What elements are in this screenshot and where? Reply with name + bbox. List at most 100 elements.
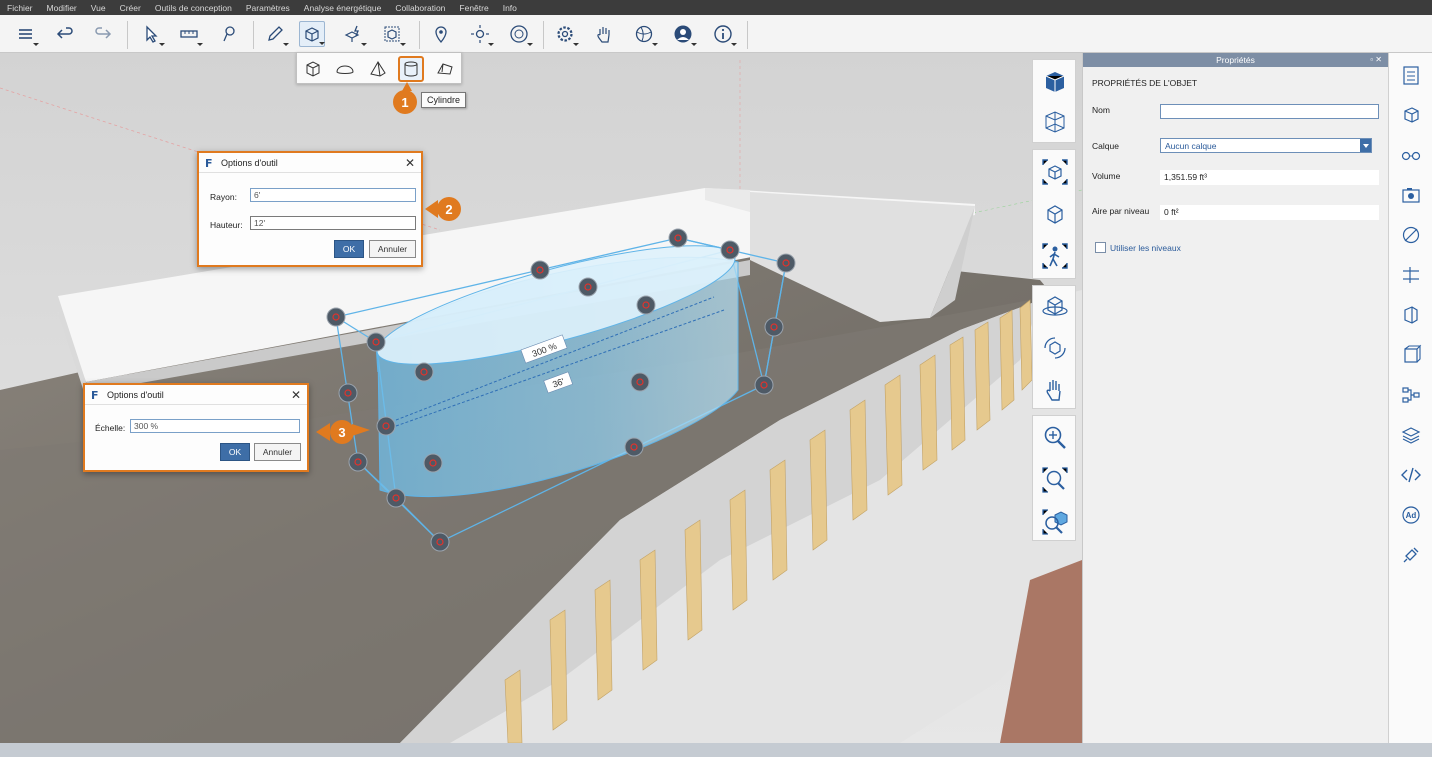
location-icon[interactable] xyxy=(428,21,454,47)
orbit-icon[interactable] xyxy=(1039,290,1071,322)
layer-select-value: Aucun calque xyxy=(1165,141,1217,151)
properties-header: Propriétés ▫ ✕ xyxy=(1083,53,1388,67)
materials-glasses-icon[interactable] xyxy=(1399,143,1423,167)
dialog-title-bar: F Options d'outil ✕ xyxy=(85,385,307,405)
menu-modifier[interactable]: Modifier xyxy=(40,3,84,13)
info-icon[interactable] xyxy=(710,21,737,47)
menu-creer[interactable]: Créer xyxy=(113,3,148,13)
zoom-in-icon[interactable] xyxy=(1039,422,1071,454)
properties-panel: Propriétés ▫ ✕ PROPRIÉTÉS DE L'OBJET Nom… xyxy=(1082,53,1388,743)
pyramid-icon[interactable] xyxy=(365,56,391,82)
cancel-button[interactable]: Annuler xyxy=(254,443,301,461)
cylinder-icon[interactable] xyxy=(398,56,424,82)
select-arrow-icon[interactable] xyxy=(138,21,165,47)
menu-parametres[interactable]: Paramètres xyxy=(239,3,297,13)
redo-icon[interactable] xyxy=(90,21,116,47)
hand-icon[interactable] xyxy=(591,21,617,47)
callout-3-pointer xyxy=(352,424,370,436)
callout-2-arrow xyxy=(425,200,438,218)
dialog-title: Options d'outil xyxy=(107,389,164,400)
energy-stack-icon[interactable] xyxy=(1399,423,1423,447)
menu-fenetre[interactable]: Fenêtre xyxy=(452,3,495,13)
menu-vue[interactable]: Vue xyxy=(84,3,113,13)
close-icon[interactable]: ✕ xyxy=(405,156,415,170)
library-icon[interactable] xyxy=(1399,103,1423,127)
menu-info[interactable]: Info xyxy=(496,3,524,13)
radius-input[interactable]: 6' xyxy=(250,188,416,202)
dialog-title: Options d'outil xyxy=(221,157,278,168)
formit-logo-icon: F xyxy=(205,157,213,170)
callout-3: 3 xyxy=(330,420,354,444)
walk-icon[interactable] xyxy=(1039,240,1071,272)
levels-icon[interactable] xyxy=(1399,263,1423,287)
cylinder-tooltip: Cylindre xyxy=(421,92,467,108)
wireframe-view-icon[interactable] xyxy=(1039,106,1071,138)
scale-label: Échelle: xyxy=(95,423,126,433)
undo-icon[interactable] xyxy=(52,21,78,47)
wedge-icon[interactable] xyxy=(432,56,458,82)
dome-icon[interactable] xyxy=(332,56,358,82)
zoom-selection-icon[interactable] xyxy=(1039,506,1071,538)
menu-fichier[interactable]: Fichier xyxy=(0,3,40,13)
layer-label: Calque xyxy=(1092,141,1119,151)
height-input[interactable]: 12' xyxy=(250,216,416,230)
code-icon[interactable] xyxy=(1399,463,1423,487)
groups-icon[interactable] xyxy=(1399,303,1423,327)
menu-outils-de-conception[interactable]: Outils de conception xyxy=(148,3,239,13)
user-icon[interactable] xyxy=(670,21,697,47)
properties-panel-icon[interactable] xyxy=(1399,63,1423,87)
chevron-down-icon[interactable] xyxy=(1360,139,1371,152)
zoom-extents-icon[interactable] xyxy=(1039,156,1071,188)
view-cube-panel xyxy=(1032,59,1076,143)
status-bar xyxy=(0,743,1432,757)
callout-1-arrow xyxy=(402,82,412,91)
formit-logo-icon: F xyxy=(91,389,99,402)
settings-icon[interactable] xyxy=(552,21,579,47)
layers-icon[interactable] xyxy=(1399,343,1423,367)
sun-icon[interactable] xyxy=(467,21,494,47)
pencil-icon[interactable] xyxy=(262,21,289,47)
compass-icon[interactable] xyxy=(506,21,533,47)
look-around-icon[interactable] xyxy=(1039,332,1071,364)
close-icon[interactable]: ✕ xyxy=(291,388,301,402)
cancel-button[interactable]: Annuler xyxy=(369,240,416,258)
menu-collaboration[interactable]: Collaboration xyxy=(388,3,452,13)
height-label: Hauteur: xyxy=(210,220,243,230)
right-sidebar: Ad xyxy=(1388,53,1432,743)
zoom-window-icon[interactable] xyxy=(1039,464,1071,496)
plugin-icon[interactable] xyxy=(1399,543,1423,567)
view-nav-panel xyxy=(1032,149,1076,279)
solid-view-icon[interactable] xyxy=(1039,66,1071,98)
panel-window-controls[interactable]: ▫ ✕ xyxy=(1370,53,1382,67)
orbit-panel xyxy=(1032,285,1076,409)
ok-button[interactable]: OK xyxy=(220,443,250,461)
cube-icon[interactable] xyxy=(300,56,326,82)
main-toolbar xyxy=(0,15,1432,53)
layers-list-icon[interactable] xyxy=(12,21,39,47)
tool-options-dialog-cylinder: F Options d'outil ✕ Rayon: 6' Hauteur: 1… xyxy=(197,151,423,267)
layer-select[interactable]: Aucun calque xyxy=(1160,138,1372,153)
addins-icon[interactable]: Ad xyxy=(1399,503,1423,527)
measure-icon[interactable] xyxy=(176,21,203,47)
solid-tools-icon[interactable] xyxy=(299,21,325,47)
dynamo-icon[interactable] xyxy=(1399,383,1423,407)
pin-icon[interactable] xyxy=(216,21,242,47)
properties-title: Propriétés xyxy=(1216,55,1255,65)
tool-options-dialog-scale: F Options d'outil ✕ Échelle: 300 % OK An… xyxy=(83,383,309,472)
visual-style-icon[interactable] xyxy=(1399,223,1423,247)
push-pull-icon[interactable] xyxy=(340,21,367,47)
frame-object-icon[interactable] xyxy=(379,21,406,47)
zoom-panel xyxy=(1032,415,1076,541)
scenes-camera-icon[interactable] xyxy=(1399,183,1423,207)
volume-label: Volume xyxy=(1092,171,1121,181)
use-levels-checkbox[interactable] xyxy=(1095,242,1106,253)
globe-icon[interactable] xyxy=(631,21,658,47)
scale-input[interactable]: 300 % xyxy=(130,419,300,433)
ok-button[interactable]: OK xyxy=(334,240,364,258)
pan-hand-icon[interactable] xyxy=(1039,374,1071,406)
orbit-object-icon[interactable] xyxy=(1039,198,1071,230)
use-levels-label[interactable]: Utiliser les niveaux xyxy=(1110,243,1181,253)
volume-value: 1,351.59 ft³ xyxy=(1160,170,1379,185)
menu-analyse-energetique[interactable]: Analyse énergétique xyxy=(297,3,389,13)
name-input[interactable] xyxy=(1160,104,1379,119)
